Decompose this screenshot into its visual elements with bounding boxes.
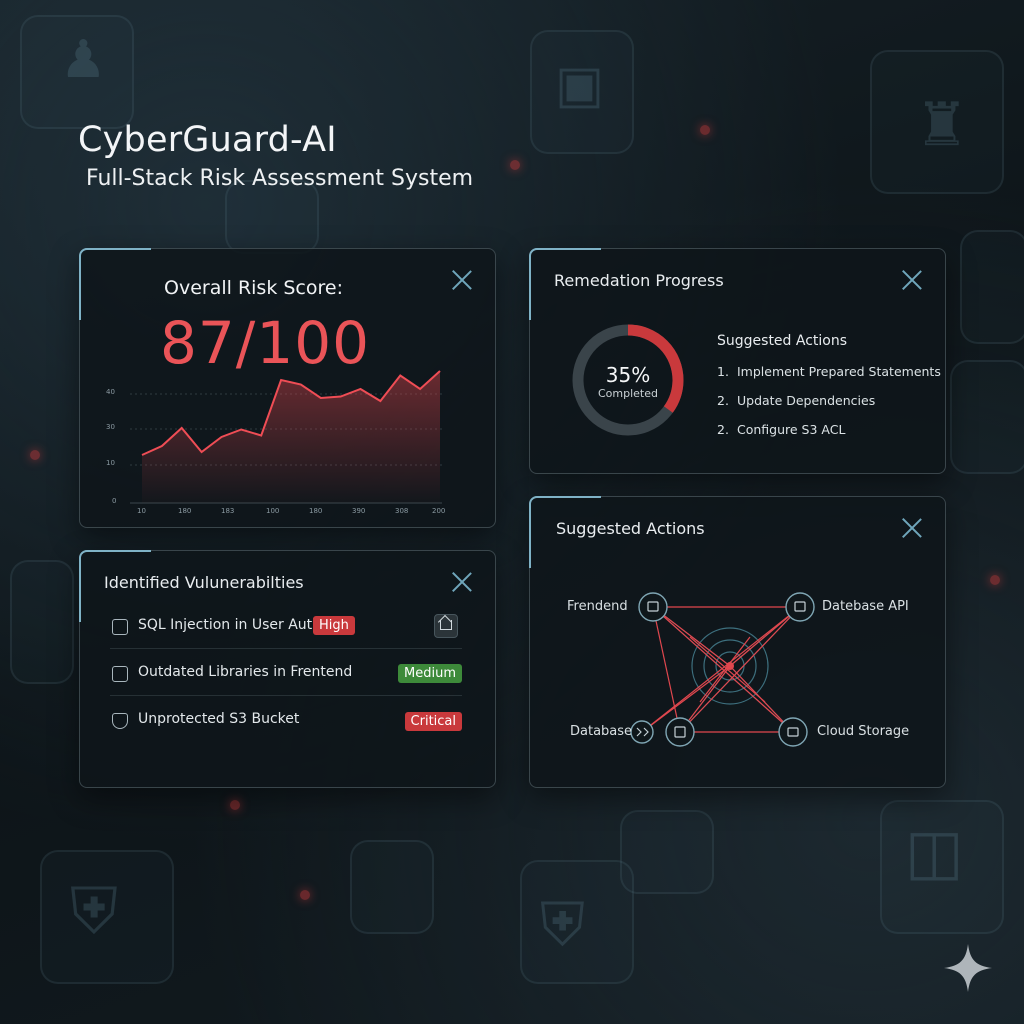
node-label-frontend: Frendend xyxy=(567,599,628,614)
storage-node xyxy=(665,717,695,747)
action-item: 1. Implement Prepared Statements xyxy=(717,364,941,379)
y-tick: 40 xyxy=(106,388,115,396)
severity-badge: Medium xyxy=(398,664,462,683)
y-tick: 0 xyxy=(112,497,117,505)
lock-icon: ▣ xyxy=(555,55,605,115)
grid-icon xyxy=(112,666,128,682)
bg-tile xyxy=(10,560,74,684)
vulnerability-label: Unprotected S3 Bucket xyxy=(138,711,300,727)
risk-line xyxy=(141,370,441,456)
frontend-node xyxy=(638,592,668,622)
bg-glow-dot xyxy=(30,450,40,460)
close-icon[interactable] xyxy=(901,269,923,291)
code-file-icon xyxy=(112,619,128,635)
bg-tile xyxy=(225,180,319,254)
x-tick: 180 xyxy=(309,507,323,515)
app-subtitle: Full-Stack Risk Assessment System xyxy=(86,166,474,191)
risk-score-panel: Overall Risk Score: 87/100 40 30 10 0 10… xyxy=(79,248,496,528)
action-item: 2. Update Dependencies xyxy=(717,393,876,408)
risk-area-fill xyxy=(142,371,440,503)
x-tick: 100 xyxy=(266,507,280,515)
users-icon: ♜ xyxy=(915,90,969,160)
vulnerability-row[interactable]: Outdated Libraries in Frentend Medium xyxy=(110,655,462,696)
vulnerability-label: SQL Injection in User Auth xyxy=(138,617,322,633)
progress-caption: Completed xyxy=(598,387,658,400)
bg-glow-dot xyxy=(510,160,520,170)
y-tick: 30 xyxy=(106,423,115,431)
severity-badge: Critical xyxy=(404,712,462,731)
network-panel: Suggested Actions Frendend Datebase API … xyxy=(529,496,946,788)
risk-score-value: 87/100 xyxy=(160,309,371,377)
suggested-actions-heading: Suggested Actions xyxy=(717,333,848,349)
y-tick: 10 xyxy=(106,459,115,467)
close-icon[interactable] xyxy=(451,269,473,291)
action-item: 2. Configure S3 ACL xyxy=(717,422,846,437)
user-icon: ♟ xyxy=(60,30,107,90)
node-label-database: Database xyxy=(570,724,633,739)
progress-percent: 35% xyxy=(605,363,651,387)
x-tick: 10 xyxy=(137,507,146,515)
x-tick: 180 xyxy=(178,507,192,515)
server-icon: ◫ xyxy=(905,815,964,888)
shield-bg-icon: ⛨ xyxy=(540,890,585,960)
node-label-cloud-storage: Cloud Storage xyxy=(817,724,910,739)
vulnerability-row[interactable]: SQL Injection in User Auth High xyxy=(110,608,462,649)
remediation-title: Remedation Progress xyxy=(554,271,724,290)
close-icon[interactable] xyxy=(451,571,473,593)
bg-glow-dot xyxy=(300,890,310,900)
x-tick: 183 xyxy=(221,507,235,515)
vulnerabilities-panel: Identified Vulunerabilties SQL Injection… xyxy=(79,550,496,788)
remediation-panel: Remedation Progress 35% Completed Sugges… xyxy=(529,248,946,474)
app-title: CyberGuard-AI xyxy=(78,120,337,160)
database-node xyxy=(630,720,654,744)
database-api-node xyxy=(785,592,815,622)
x-tick: 390 xyxy=(352,507,366,515)
vulnerability-row[interactable]: Unprotected S3 Bucket Critical xyxy=(110,702,462,742)
vulnerabilities-title: Identified Vulunerabilties xyxy=(104,573,304,592)
severity-badge: High xyxy=(313,616,355,635)
network-graph xyxy=(630,592,815,747)
cloud-storage-node xyxy=(778,717,808,747)
bg-tile xyxy=(960,230,1024,344)
risk-score-label: Overall Risk Score: xyxy=(164,277,343,299)
bg-tile xyxy=(350,840,434,934)
x-tick: 308 xyxy=(395,507,409,515)
sparkle-icon xyxy=(944,944,992,992)
vulnerability-label: Outdated Libraries in Frentend xyxy=(138,664,353,680)
shield-icon xyxy=(112,713,128,729)
home-icon[interactable] xyxy=(434,614,458,638)
x-tick: 200 xyxy=(432,507,446,515)
node-label-database-api: Datebase API xyxy=(822,599,909,614)
bg-tile xyxy=(950,360,1024,474)
bg-glow-dot xyxy=(230,800,240,810)
bg-tile xyxy=(620,810,714,894)
shield-bg-icon: ⛨ xyxy=(70,875,118,949)
bg-glow-dot xyxy=(700,125,710,135)
bg-glow-dot xyxy=(990,575,1000,585)
